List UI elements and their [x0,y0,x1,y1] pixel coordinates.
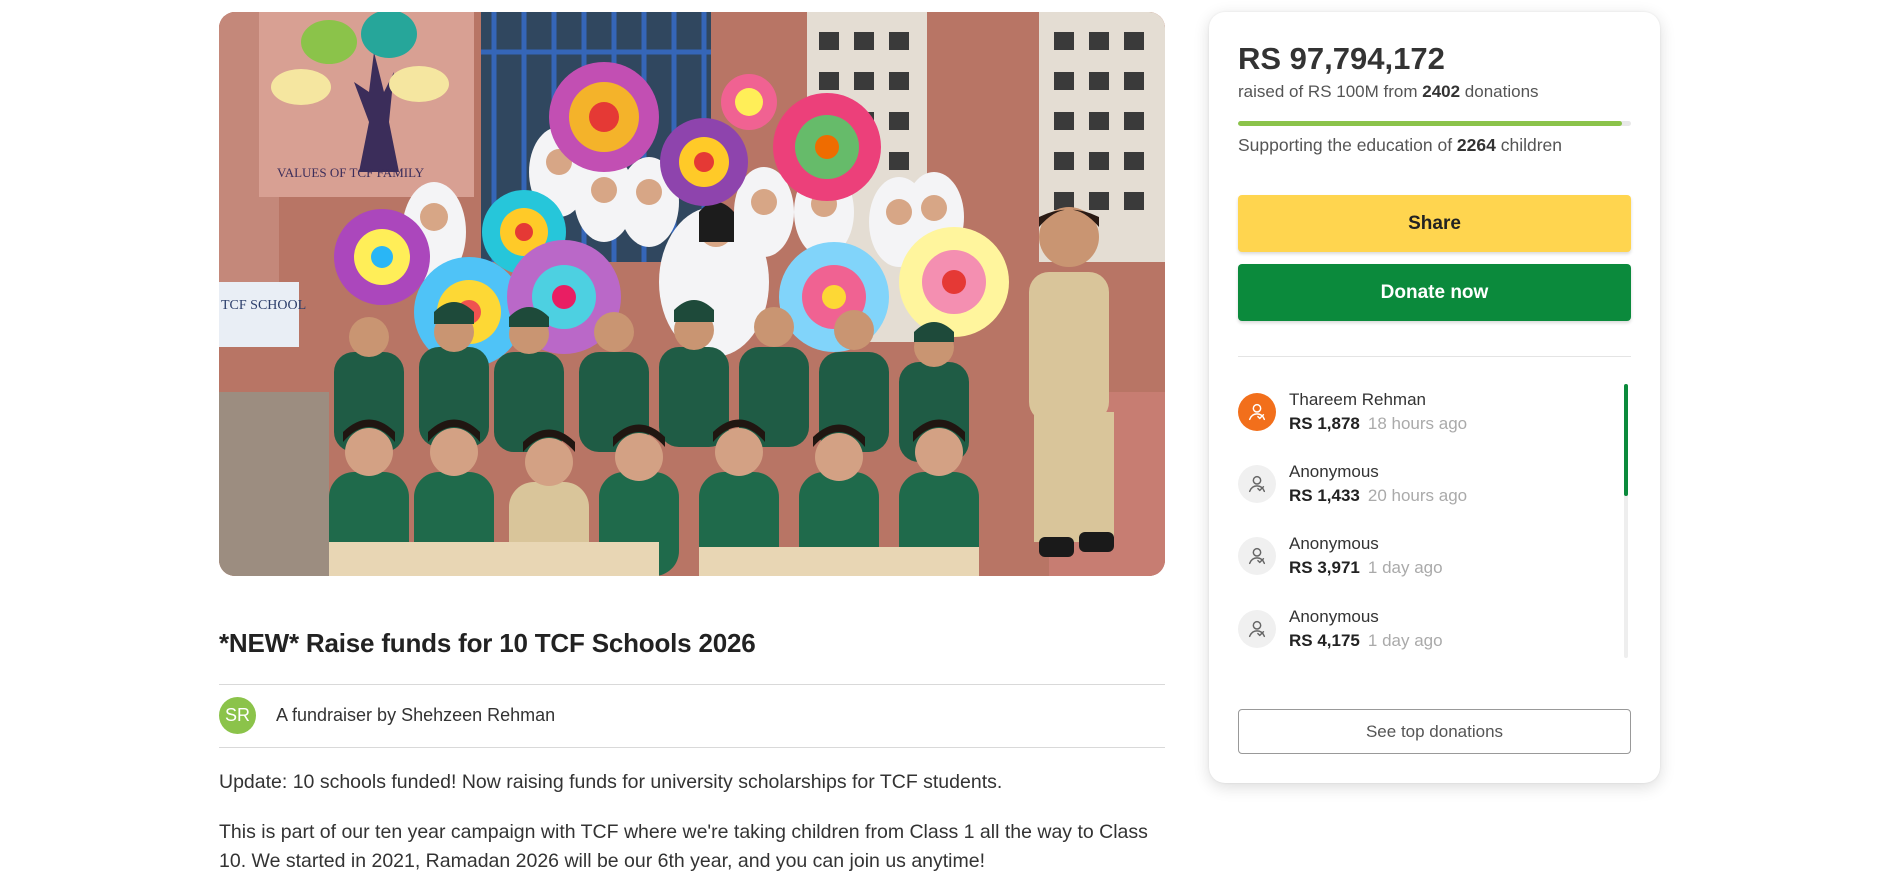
donation-meta: RS 1,433 20 hours ago [1289,484,1467,508]
donation-time: 1 day ago [1367,558,1443,577]
school-sign-text: TCF SCHOOL [221,298,306,313]
donation-details: Anonymous RS 4,175 1 day ago [1289,605,1443,653]
donation-amount: RS 1,433 [1289,486,1360,505]
donation-row: Anonymous RS 4,175 1 day ago [1238,599,1618,659]
donations-scrollbar[interactable] [1624,384,1628,658]
donation-row: Anonymous RS 1,433 20 hours ago [1238,454,1618,514]
recent-donations-list[interactable]: Thareem Rehman RS 1,878 18 hours ago Anonym… [1238,382,1631,672]
donation-row: Anonymous RS 3,971 1 day ago [1238,526,1618,586]
donation-amount: RS 1,878 [1289,414,1360,433]
donation-time: 18 hours ago [1367,414,1468,433]
card-divider [1238,356,1631,357]
donation-meta: RS 1,878 18 hours ago [1289,412,1467,436]
organizer-avatar: SR [219,697,256,734]
supporting-suffix: children [1495,135,1563,155]
donation-meta: RS 3,971 1 day ago [1289,556,1443,580]
supporting-summary: Supporting the education of 2264 childre… [1238,135,1562,156]
title-divider [219,684,1165,685]
share-button[interactable]: Share [1238,195,1631,252]
campaign-description-paragraph: This is part of our ten year campaign wi… [219,821,1148,872]
donations-scrollbar-thumb[interactable] [1624,384,1628,496]
raised-suffix: donations [1460,82,1539,101]
donation-card: RS 97,794,172 raised of RS 100M from 240… [1209,12,1660,783]
donor-name: Anonymous [1289,462,1379,481]
donor-heart-hand-icon [1238,537,1276,575]
raised-prefix: raised of RS 100M from [1238,82,1423,101]
organizer-text: A fundraiser by Shehzeen Rehman [276,705,556,725]
see-top-donations-button[interactable]: See top donations [1238,709,1631,754]
values-sign-text: VALUES OF TCF FAMILY [277,165,425,180]
raised-summary: raised of RS 100M from 2402 donations [1238,82,1539,102]
donation-details: Thareem Rehman RS 1,878 18 hours ago [1289,388,1467,436]
progress-bar-fill [1238,121,1623,126]
organizer-divider [219,747,1165,748]
donor-heart-hand-icon [1238,610,1276,648]
donation-details: Anonymous RS 3,971 1 day ago [1289,532,1443,580]
supporting-prefix: Supporting the education of [1238,135,1457,155]
hero-photo-illustration: VALUES OF TCF FAMILY TCF SCHOOL [219,12,1165,576]
donation-count: 2402 [1422,82,1461,101]
children-count: 2264 [1456,135,1496,155]
campaign-update-paragraph: Update: 10 schools funded! Now raising f… [219,771,1003,793]
donation-meta: RS 4,175 1 day ago [1289,629,1443,653]
donation-row: Thareem Rehman RS 1,878 18 hours ago [1238,382,1618,442]
donation-details: Anonymous RS 1,433 20 hours ago [1289,460,1467,508]
donor-name: Anonymous [1289,534,1379,553]
campaign-title: *NEW* Raise funds for 10 TCF Schools 202… [219,628,756,658]
amount-raised: RS 97,794,172 [1238,41,1445,76]
donor-name: Anonymous [1289,607,1379,626]
organizer-row: SR A fundraiser by Shehzeen Rehman [219,697,555,734]
donation-amount: RS 4,175 [1289,631,1360,650]
donation-time: 1 day ago [1367,631,1443,650]
donation-amount: RS 3,971 [1289,558,1360,577]
campaign-hero-image: VALUES OF TCF FAMILY TCF SCHOOL [219,12,1165,576]
donation-time: 20 hours ago [1367,486,1468,505]
donor-heart-hand-icon [1238,393,1276,431]
progress-bar [1238,121,1631,126]
donor-heart-hand-icon [1238,465,1276,503]
donate-now-button[interactable]: Donate now [1238,264,1631,321]
donor-name: Thareem Rehman [1289,390,1427,409]
